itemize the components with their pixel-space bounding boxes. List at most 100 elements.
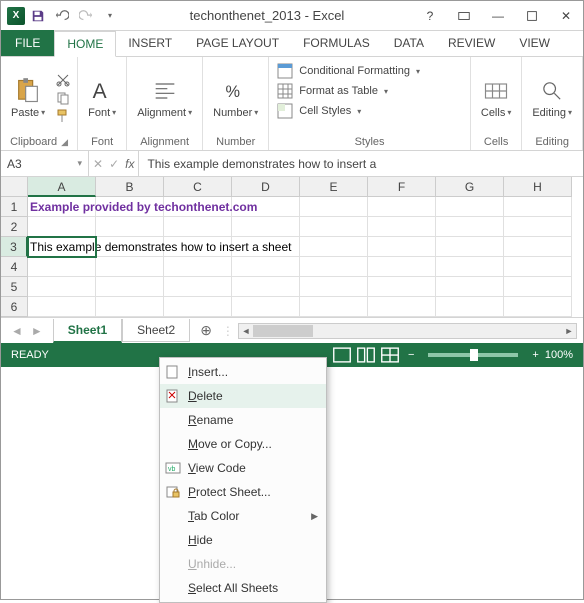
save-icon[interactable]: [27, 5, 49, 27]
cell[interactable]: [232, 217, 300, 237]
cell[interactable]: [436, 197, 504, 217]
cell[interactable]: [300, 237, 368, 257]
cell[interactable]: [232, 197, 300, 217]
menu-tab-color[interactable]: Tab Color▶: [160, 504, 326, 528]
zoom-slider-knob[interactable]: [470, 349, 478, 361]
cell[interactable]: [368, 197, 436, 217]
cell[interactable]: [28, 277, 96, 297]
row-header[interactable]: 4: [1, 257, 28, 277]
cell[interactable]: [436, 277, 504, 297]
cell[interactable]: [436, 257, 504, 277]
select-all-corner[interactable]: [1, 177, 28, 197]
cell[interactable]: [436, 297, 504, 317]
close-icon[interactable]: ✕: [549, 2, 583, 30]
cell[interactable]: [300, 217, 368, 237]
cells-button[interactable]: Cells▾: [477, 75, 515, 121]
zoom-out-icon[interactable]: −: [408, 349, 414, 361]
zoom-level[interactable]: 100%: [545, 349, 573, 361]
scroll-left-icon[interactable]: ◄: [239, 326, 253, 336]
paste-button[interactable]: Paste▾: [7, 75, 49, 121]
cell[interactable]: [300, 297, 368, 317]
cell[interactable]: [96, 197, 164, 217]
cell[interactable]: [232, 297, 300, 317]
chevron-down-icon[interactable]: ▾: [77, 158, 82, 169]
cell[interactable]: [368, 237, 436, 257]
cell[interactable]: [164, 277, 232, 297]
col-header[interactable]: H: [504, 177, 572, 197]
ribbon-display-icon[interactable]: [447, 2, 481, 30]
menu-move-copy[interactable]: Move or Copy...: [160, 432, 326, 456]
cell[interactable]: [232, 277, 300, 297]
number-button[interactable]: % Number▾: [209, 75, 262, 121]
row-header[interactable]: 1: [1, 197, 28, 217]
menu-view-code[interactable]: vbView Code: [160, 456, 326, 480]
tab-home[interactable]: HOME: [54, 31, 116, 57]
tab-page-layout[interactable]: PAGE LAYOUT: [184, 30, 291, 56]
qat-customize-icon[interactable]: ▾: [99, 5, 121, 27]
cell[interactable]: [96, 297, 164, 317]
cell[interactable]: [300, 277, 368, 297]
col-header[interactable]: C: [164, 177, 232, 197]
cell[interactable]: [96, 237, 164, 257]
sheet-next-icon[interactable]: ►: [31, 324, 43, 338]
col-header[interactable]: B: [96, 177, 164, 197]
sheet-tab-sheet1[interactable]: Sheet1: [53, 319, 122, 343]
tab-insert[interactable]: INSERT: [116, 30, 184, 56]
cell[interactable]: [504, 297, 572, 317]
menu-insert[interactable]: Insert...: [160, 360, 326, 384]
name-box[interactable]: A3▾: [1, 151, 89, 176]
cell[interactable]: [504, 277, 572, 297]
cancel-formula-icon[interactable]: ✕: [93, 157, 103, 171]
row-header[interactable]: 3: [1, 237, 28, 257]
format-painter-icon[interactable]: [55, 108, 71, 124]
cell[interactable]: [164, 197, 232, 217]
cell[interactable]: [28, 297, 96, 317]
view-normal-icon[interactable]: [331, 346, 353, 364]
cell[interactable]: [28, 257, 96, 277]
horizontal-scrollbar[interactable]: ◄ ►: [238, 323, 577, 339]
col-header[interactable]: D: [232, 177, 300, 197]
col-header[interactable]: F: [368, 177, 436, 197]
tab-file[interactable]: FILE: [1, 30, 54, 56]
fx-icon[interactable]: fx: [125, 157, 134, 171]
worksheet-grid[interactable]: A B C D E F G H 1 Example provided by te…: [1, 177, 583, 317]
editing-button[interactable]: Editing▾: [528, 75, 576, 121]
new-sheet-icon[interactable]: ⊕: [190, 322, 222, 339]
col-header[interactable]: A: [28, 177, 96, 197]
cell[interactable]: [504, 197, 572, 217]
enter-formula-icon[interactable]: ✓: [109, 157, 119, 171]
formula-input[interactable]: This example demonstrates how to insert …: [139, 151, 583, 176]
cell[interactable]: [96, 277, 164, 297]
col-header[interactable]: G: [436, 177, 504, 197]
dialog-launcher-icon[interactable]: ◢: [61, 137, 68, 148]
alignment-button[interactable]: Alignment▾: [133, 75, 196, 121]
col-header[interactable]: E: [300, 177, 368, 197]
cell[interactable]: [96, 257, 164, 277]
cell[interactable]: [368, 277, 436, 297]
view-page-layout-icon[interactable]: [355, 346, 377, 364]
tab-view[interactable]: VIEW: [507, 30, 562, 56]
sheet-tab-sheet2[interactable]: Sheet2: [122, 319, 190, 342]
cell[interactable]: [164, 257, 232, 277]
row-header[interactable]: 6: [1, 297, 28, 317]
cell[interactable]: [504, 257, 572, 277]
cell[interactable]: [164, 297, 232, 317]
undo-icon[interactable]: [51, 5, 73, 27]
cell-styles-button[interactable]: Cell Styles▾: [275, 101, 464, 121]
copy-icon[interactable]: [55, 90, 71, 106]
cell[interactable]: [368, 217, 436, 237]
cell[interactable]: [232, 237, 300, 257]
menu-rename[interactable]: Rename: [160, 408, 326, 432]
redo-icon[interactable]: [75, 5, 97, 27]
maximize-icon[interactable]: [515, 2, 549, 30]
cell[interactable]: [368, 297, 436, 317]
scroll-right-icon[interactable]: ►: [562, 326, 576, 336]
conditional-formatting-button[interactable]: Conditional Formatting▾: [275, 61, 464, 81]
cell[interactable]: [504, 237, 572, 257]
cell[interactable]: [300, 257, 368, 277]
tab-formulas[interactable]: FORMULAS: [291, 30, 382, 56]
cell[interactable]: [28, 217, 96, 237]
cell-A1[interactable]: [28, 197, 96, 217]
sheet-prev-icon[interactable]: ◄: [11, 324, 23, 338]
cell[interactable]: [436, 217, 504, 237]
